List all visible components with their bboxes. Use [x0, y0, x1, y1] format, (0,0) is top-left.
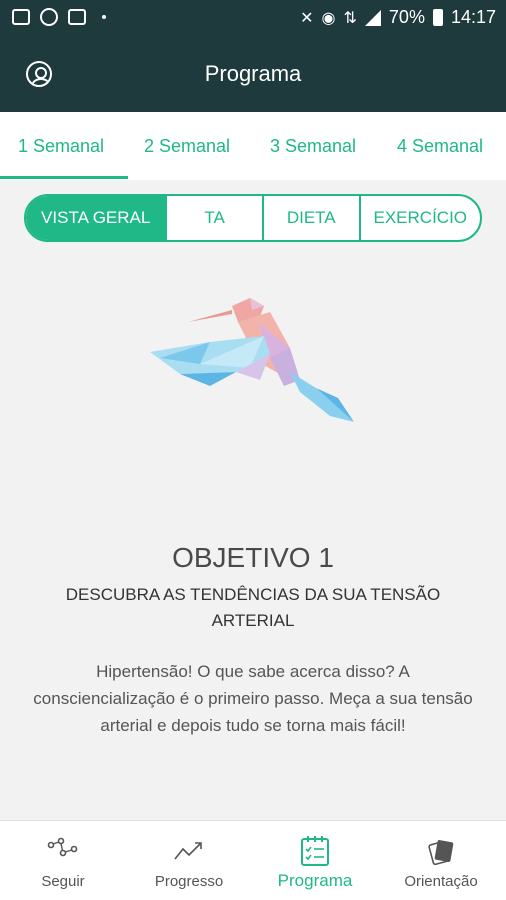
gallery-icon [12, 9, 30, 25]
nav-label-progresso: Progresso [154, 873, 224, 890]
objective-subtitle: DESCUBRA AS TENDÊNCIAS DA SUA TENSÃO ART… [65, 585, 441, 630]
segment-ta[interactable]: TA [165, 196, 262, 240]
bottom-nav: Seguir Progresso Programa Orientação [0, 820, 506, 900]
segment-overview[interactable]: VISTA GERAL [26, 196, 166, 240]
active-tab-indicator [0, 176, 128, 179]
mail-icon [68, 9, 86, 25]
data-icon: ⇅ [343, 9, 357, 27]
guidance-icon [428, 840, 454, 866]
program-icon [301, 836, 329, 866]
clock: 14:17 [450, 7, 496, 27]
whatsapp-icon [40, 8, 58, 26]
notification-icons [12, 8, 106, 26]
nav-seguir[interactable]: Seguir [0, 821, 126, 900]
objective-description: Hipertensão! O que sabe acerca disso? A … [33, 662, 473, 735]
tab-week-4[interactable]: 4 Semanal [397, 136, 483, 157]
signal-icon [364, 9, 381, 26]
nav-programa[interactable]: Programa [252, 821, 378, 900]
segment-exercise[interactable]: EXERCÍCIO [358, 196, 480, 240]
progress-icon [174, 842, 202, 860]
hummingbird-illustration [150, 298, 354, 422]
nav-label-orientacao: Orientação [404, 873, 478, 890]
mute-icon: ✕ [300, 9, 314, 27]
alarm-icon: ◉ [321, 9, 336, 27]
more-notifications-icon [102, 15, 106, 19]
battery-percent: 70% [388, 7, 425, 27]
nav-orientacao[interactable]: Orientação [378, 821, 504, 900]
tab-week-2[interactable]: 2 Semanal [144, 136, 230, 157]
tab-week-1[interactable]: 1 Semanal [18, 136, 104, 157]
tab-week-3[interactable]: 3 Semanal [270, 136, 356, 157]
objective-title: OBJETIVO 1 [172, 542, 334, 573]
nav-progresso[interactable]: Progresso [126, 821, 252, 900]
nav-label-programa: Programa [277, 871, 353, 890]
nav-label-seguir: Seguir [41, 873, 85, 890]
system-icons: ✕ ◉ ⇅ 70% 14:17 [300, 7, 496, 28]
app-bar: Programa [0, 36, 506, 112]
page-title: Programa [204, 61, 302, 86]
status-bar: ✕ ◉ ⇅ 70% 14:17 [0, 0, 506, 36]
week-tabs: 1 Semanal 2 Semanal 3 Semanal 4 Semanal [0, 112, 506, 180]
track-icon [47, 837, 78, 857]
battery-icon [432, 9, 443, 26]
segment-diet[interactable]: DIETA [261, 196, 359, 240]
segment-control: VISTA GERAL TA DIETA EXERCÍCIO [24, 194, 482, 242]
